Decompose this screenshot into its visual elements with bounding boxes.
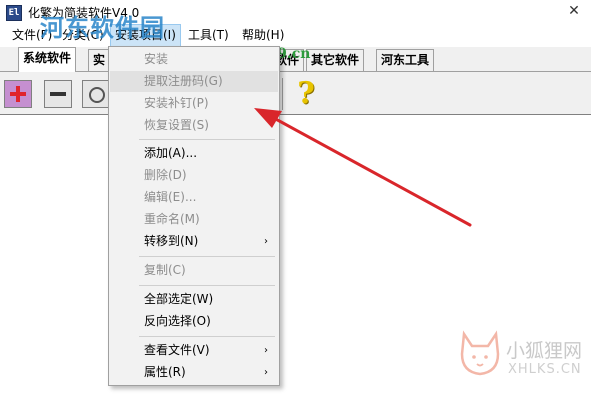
menu-item-label: 转移到(N) [144,234,199,248]
menu-item-restore-settings[interactable]: 恢复设置(S) [110,115,278,136]
remove-button[interactable] [44,80,72,108]
minus-icon [50,92,66,96]
menu-item-delete[interactable]: 删除(D) [110,165,278,186]
tab-other-software[interactable]: 其它软件 [306,49,365,71]
add-button[interactable] [4,80,32,108]
help-icon[interactable]: ? [292,78,320,110]
fox-logo-icon [460,330,500,376]
chevron-right-icon: › [264,367,268,378]
app-icon: El [6,5,22,21]
watermark-site-name: 河东软件园 [40,14,165,42]
app-window: El 化繁为简装软件V4.0 ✕ 文件(F) 分类(C) 安装项目(I) 工具(… [0,0,591,400]
menu-item-install-patch[interactable]: 安装补钉(P) [110,93,278,114]
menu-item-select-all[interactable]: 全部选定(W) [110,289,278,310]
chevron-right-icon: › [264,345,268,356]
menu-item-view-files[interactable]: 查看文件(V) › [110,340,278,361]
menu-item-extract-key[interactable]: 提取注册码(G) [110,71,278,92]
menu-item-edit[interactable]: 编辑(E)... [110,187,278,208]
menu-separator [139,285,275,286]
ring-icon [89,87,105,103]
menu-item-copy[interactable]: 复制(C) [110,260,278,281]
close-icon[interactable]: ✕ [565,2,583,20]
install-item-dropdown: 安装 提取注册码(G) 安装补钉(P) 恢复设置(S) 添加(A)... 删除(… [108,46,280,386]
menu-separator [139,336,275,337]
menu-item-move-to[interactable]: 转移到(N) › [110,231,278,252]
toolbar-divider [282,78,283,110]
menu-separator [139,139,275,140]
menu-item-label: 属性(R) [144,365,186,379]
software-list-area[interactable] [0,115,591,400]
menu-item-properties[interactable]: 属性(R) › [110,362,278,383]
menu-item-install[interactable]: 安装 [110,49,278,70]
chevron-right-icon: › [264,236,268,247]
menu-separator [139,256,275,257]
toolbar: ? [0,72,591,115]
logo-name: 小狐狸网 [506,340,583,362]
tab-hedong-tools[interactable]: 河东工具 [376,49,435,71]
menu-item-invert-selection[interactable]: 反向选择(O) [110,311,278,332]
tab-system-software[interactable]: 系统软件 [18,47,77,72]
menu-tools[interactable]: 工具(T) [184,24,233,46]
menu-help[interactable]: 帮助(H) [238,24,288,46]
tab-utility[interactable]: 实 [88,49,111,71]
menu-item-label: 查看文件(V) [144,343,210,357]
record-button[interactable] [82,80,110,108]
logo-domain: XHLKS.CN [508,362,582,377]
menu-item-rename[interactable]: 重命名(M) [110,209,278,230]
menu-item-add[interactable]: 添加(A)... [110,143,278,164]
